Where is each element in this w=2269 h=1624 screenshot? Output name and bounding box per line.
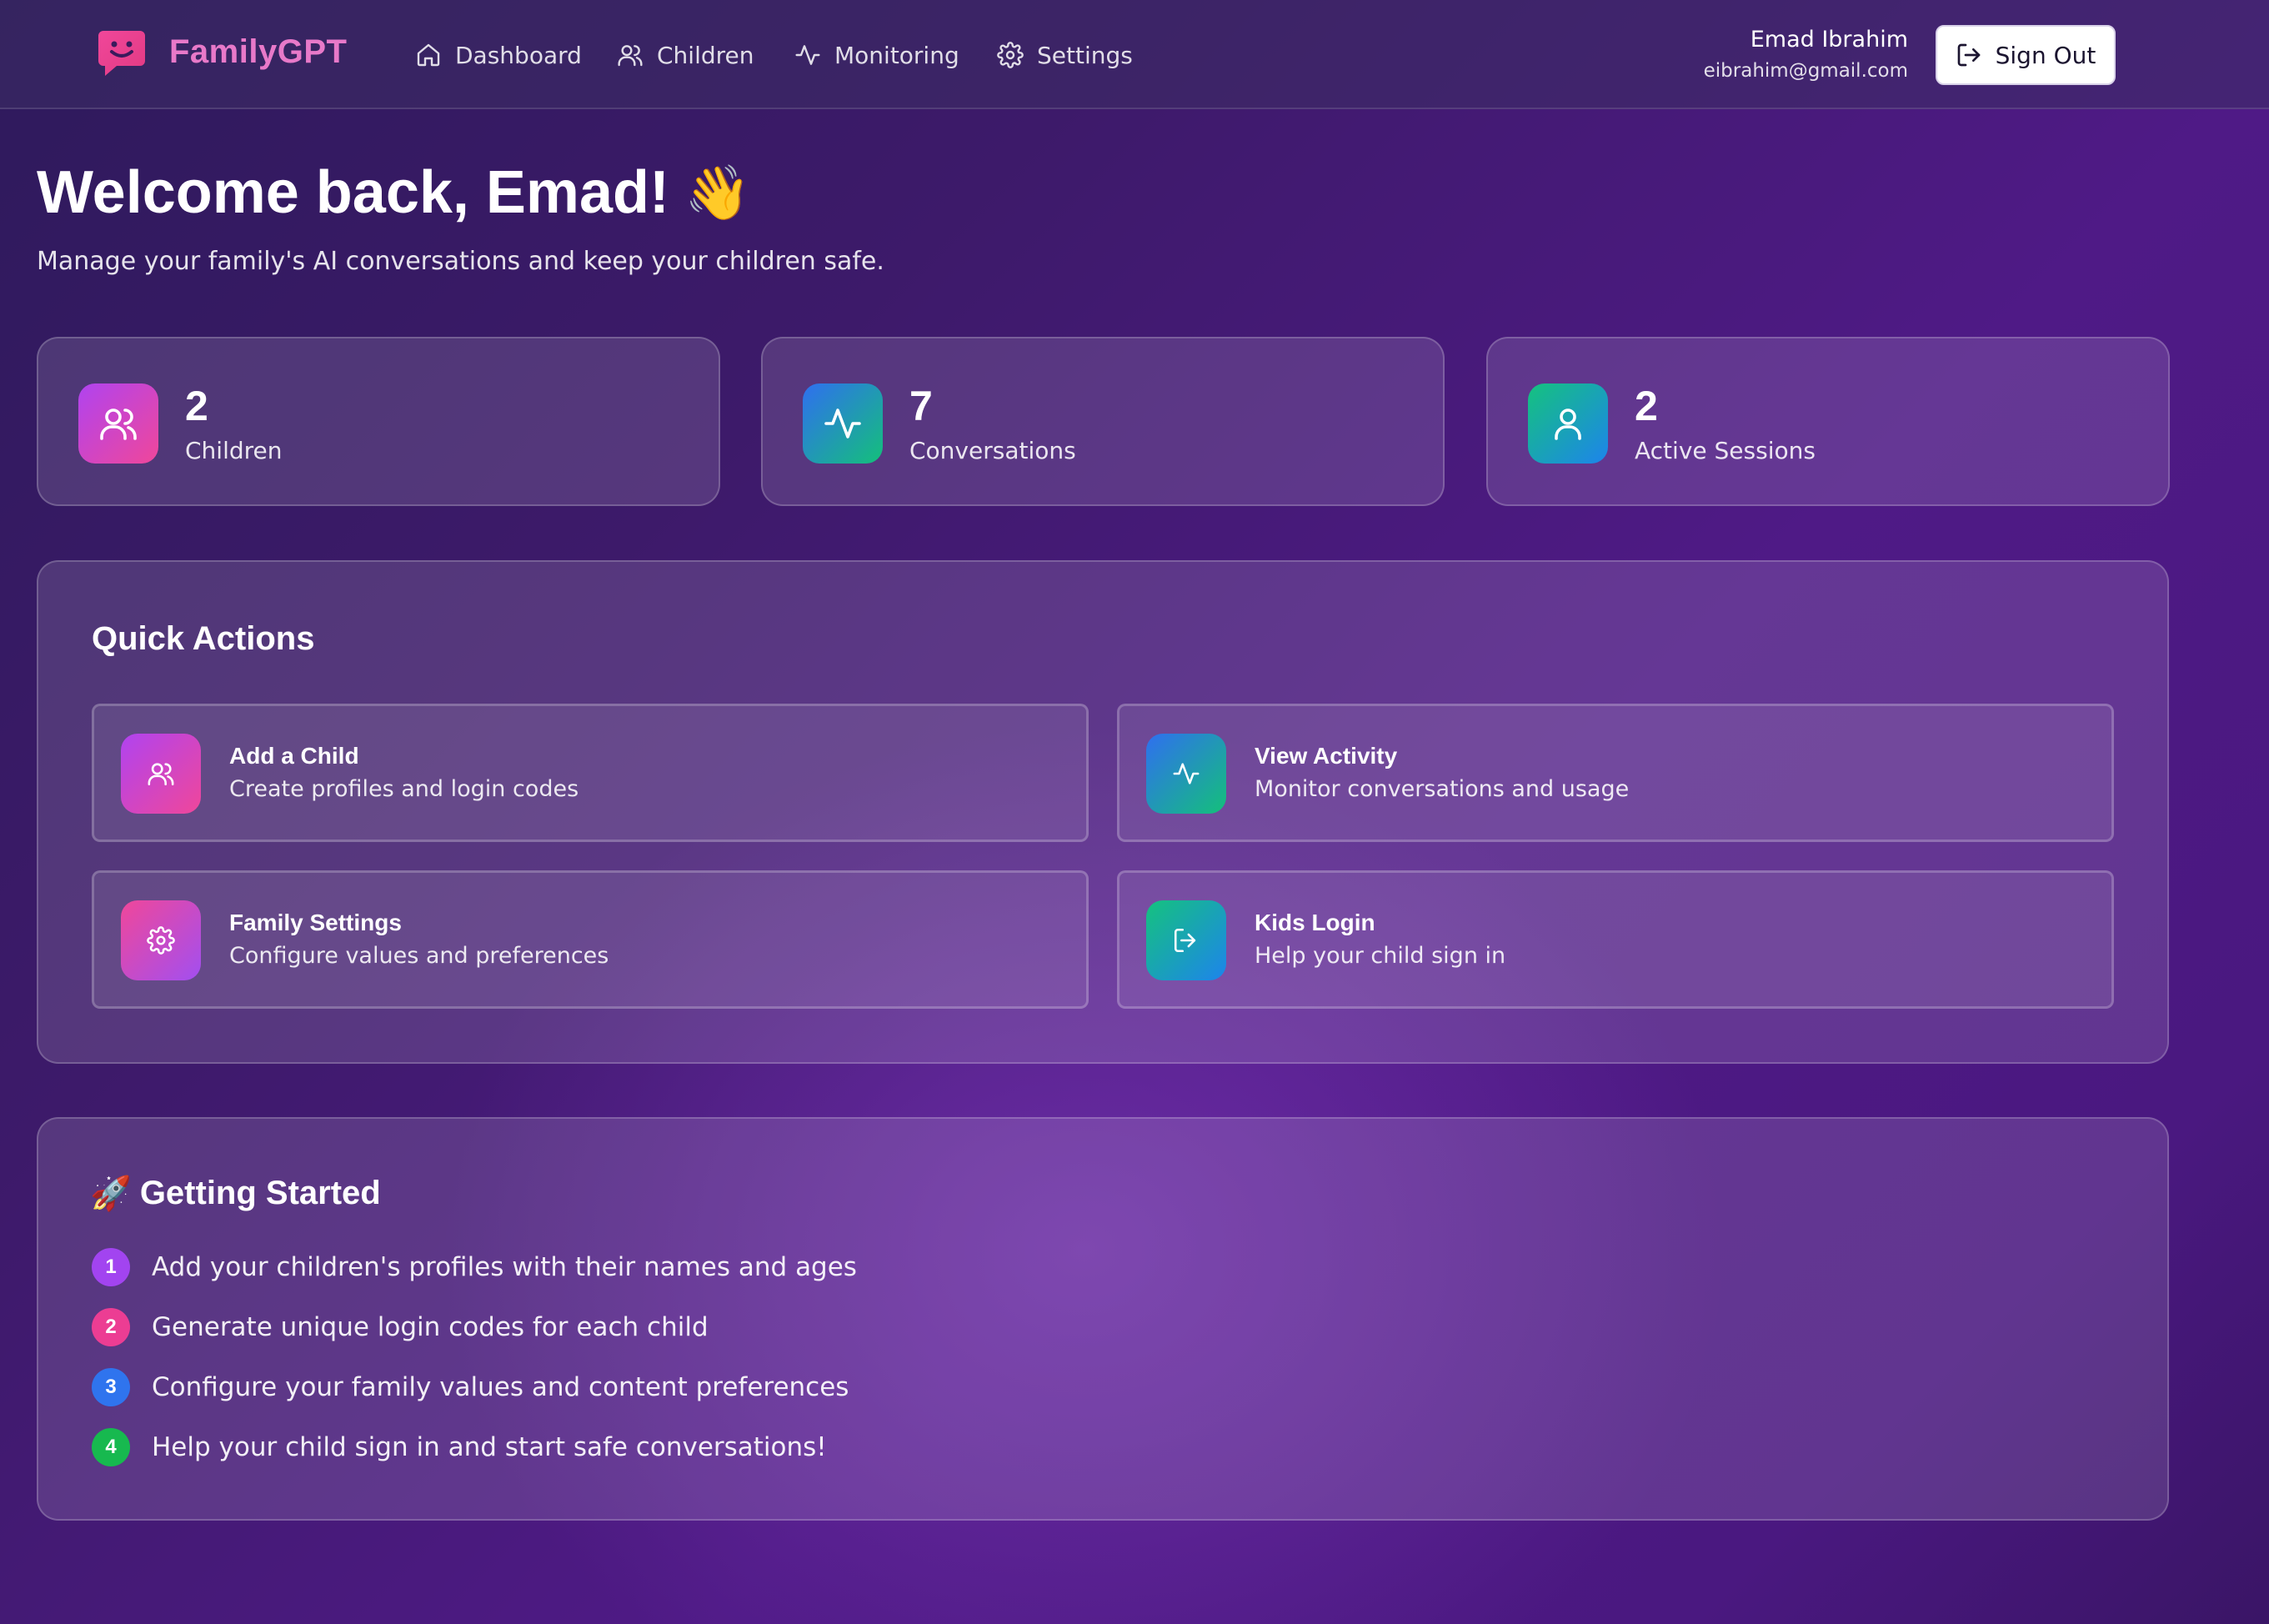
top-navbar: FamilyGPT Dashboard Children Monitoring …: [0, 0, 2269, 109]
activity-icon: [795, 45, 820, 65]
nav-children[interactable]: Children: [617, 37, 754, 73]
page-title: Welcome back, Emad! 👋: [37, 158, 751, 227]
action-icon: [1146, 734, 1226, 814]
quick-actions-panel: Quick Actions Add a Child Create profile…: [37, 560, 2169, 1064]
stat-label: Children: [185, 437, 283, 464]
stat-icon-conversations: [803, 383, 883, 464]
getting-started-title: 🚀 Getting Started: [90, 1174, 381, 1213]
step-text: Configure your family values and content…: [152, 1372, 849, 1402]
stat-value: 7: [909, 383, 933, 429]
waving-hand-emoji: 👋: [684, 162, 751, 223]
sign-out-label: Sign Out: [1995, 41, 2096, 69]
page-subtitle: Manage your family's AI conversations an…: [37, 247, 884, 276]
logout-icon: [1957, 43, 1980, 67]
quick-actions-title: Quick Actions: [92, 620, 315, 657]
action-description: Monitor conversations and usage: [1255, 776, 1630, 802]
action-title: Kids Login: [1255, 910, 1375, 935]
app-logo-text[interactable]: FamilyGPT: [169, 33, 347, 71]
user-icon: [1555, 409, 1581, 440]
action-icon: [121, 734, 201, 814]
step-item: 4 Help your child sign in and start safe…: [92, 1427, 827, 1467]
nav-dashboard[interactable]: Dashboard: [415, 37, 582, 73]
nav-settings-label: Settings: [1037, 41, 1133, 69]
nav-dashboard-label: Dashboard: [455, 41, 582, 69]
action-title: Add a Child: [229, 743, 359, 769]
rocket-icon: 🚀: [90, 1175, 132, 1212]
step-text: Add your children's profiles with their …: [152, 1252, 857, 1282]
user-email: eibrahim@gmail.com: [1703, 60, 1908, 82]
nav-children-label: Children: [657, 41, 754, 69]
action-icon: [1146, 900, 1226, 980]
gear-icon: [147, 926, 175, 955]
activity-icon: [1173, 763, 1200, 784]
nav-monitoring-label: Monitoring: [834, 41, 959, 69]
nav-settings[interactable]: Settings: [997, 37, 1133, 73]
action-icon: [121, 900, 201, 980]
stat-value: 2: [185, 383, 208, 429]
stat-card-children: 2 Children: [37, 337, 720, 506]
stat-icon-active-sessions: [1528, 383, 1608, 464]
step-number-badge: 1: [92, 1248, 130, 1286]
action-title: Family Settings: [229, 910, 402, 935]
step-number-badge: 2: [92, 1308, 130, 1346]
stat-label: Conversations: [909, 437, 1076, 464]
step-item: 3 Configure your family values and conte…: [92, 1367, 849, 1407]
view-activity-action[interactable]: View Activity Monitor conversations and …: [1117, 704, 2114, 842]
step-number-badge: 3: [92, 1368, 130, 1406]
users-icon: [148, 763, 174, 786]
nav-monitoring[interactable]: Monitoring: [794, 37, 959, 73]
sign-out-button[interactable]: Sign Out: [1936, 25, 2116, 85]
family-settings-action[interactable]: Family Settings Configure values and pre…: [92, 870, 1089, 1009]
action-description: Configure values and preferences: [229, 943, 609, 969]
activity-icon: [824, 409, 861, 439]
page-title-text: Welcome back, Emad!: [37, 159, 669, 226]
user-name: Emad Ibrahim: [1750, 27, 1908, 53]
login-icon: [1174, 928, 1196, 953]
kids-login-action[interactable]: Kids Login Help your child sign in: [1117, 870, 2114, 1009]
stat-card-conversations: 7 Conversations: [761, 337, 1445, 506]
stat-value: 2: [1635, 383, 1658, 429]
step-text: Help your child sign in and start safe c…: [152, 1432, 827, 1462]
gear-icon: [997, 42, 1024, 68]
action-description: Create profiles and login codes: [229, 776, 579, 802]
getting-started-panel: 🚀 Getting Started 1 Add your children's …: [37, 1117, 2169, 1521]
action-description: Help your child sign in: [1255, 943, 1506, 969]
action-title: View Activity: [1255, 743, 1398, 769]
home-icon: [417, 43, 440, 67]
stat-icon-children: [78, 383, 158, 464]
step-number-badge: 4: [92, 1428, 130, 1466]
users-icon: [100, 409, 137, 440]
add-child-action[interactable]: Add a Child Create profiles and login co…: [92, 704, 1089, 842]
stat-label: Active Sessions: [1635, 437, 1816, 464]
chat-smile-icon[interactable]: [97, 29, 147, 78]
users-icon: [618, 45, 643, 67]
step-item: 1 Add your children's profiles with thei…: [92, 1247, 857, 1287]
getting-started-title-text: Getting Started: [139, 1175, 381, 1211]
stat-card-active-sessions: 2 Active Sessions: [1486, 337, 2170, 506]
step-item: 2 Generate unique login codes for each c…: [92, 1307, 709, 1347]
step-text: Generate unique login codes for each chi…: [152, 1312, 709, 1342]
